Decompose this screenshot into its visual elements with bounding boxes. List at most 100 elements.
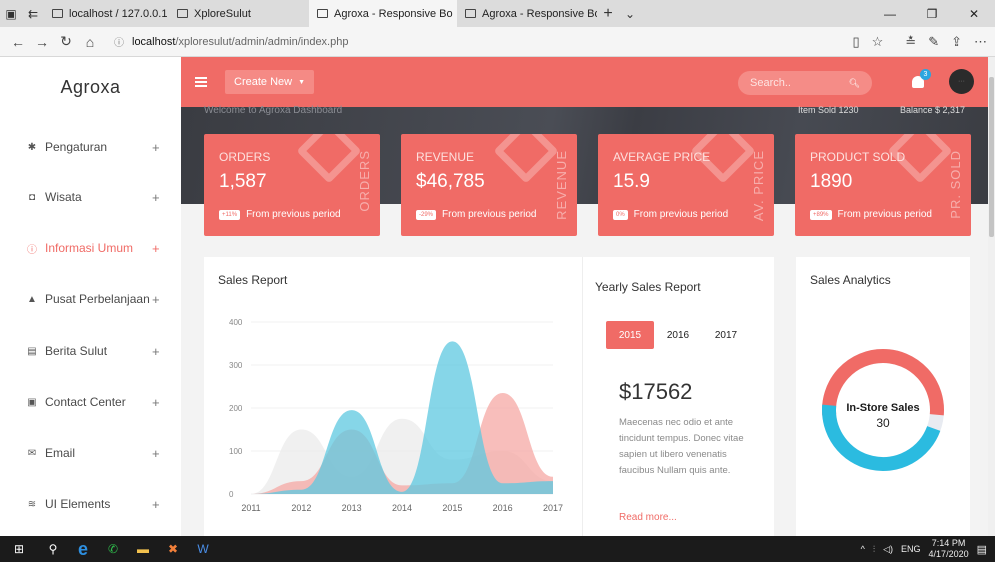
sidebar-item-berita-sulut[interactable]: ▤ Berita Sulut +: [0, 341, 181, 361]
expand-icon: +: [152, 189, 160, 205]
x-tick-label: 2015: [442, 503, 462, 513]
browser-tab-2[interactable]: XploreSulut: [169, 0, 309, 27]
pen-icon[interactable]: ✎: [928, 34, 939, 50]
share-icon[interactable]: ⇪: [951, 34, 962, 50]
avatar[interactable]: ···: [949, 69, 974, 94]
file-explorer-icon[interactable]: ▬: [128, 536, 158, 562]
sidebar: Agroxa ✱ Pengaturan + ◘ Wisata + ⓘ Infor…: [0, 57, 181, 536]
address-bar: ← → ↻ ⌂ ⓘ localhost/xploresulut/admin/ad…: [0, 27, 995, 57]
stat-badge: +11%: [219, 209, 241, 220]
sidebar-item-wisata[interactable]: ◘ Wisata +: [0, 187, 181, 207]
sidebar-item-ui-elements[interactable]: ≋ UI Elements +: [0, 494, 181, 514]
browser-tab-3[interactable]: Agroxa - Responsive Bo ✕: [309, 0, 457, 27]
search-icon[interactable]: 🔍︎: [849, 78, 860, 89]
refresh-icon[interactable]: ↻: [54, 33, 78, 50]
year-tabs: 2015 2016 2017: [606, 321, 750, 349]
balance-text: Balance $ 2,317: [900, 105, 966, 115]
back-icon[interactable]: ←: [6, 34, 30, 50]
action-center-icon[interactable]: ▤: [977, 543, 987, 556]
stat-label: PRODUCT SOLD: [810, 150, 906, 164]
favorites-icon[interactable]: ≛: [905, 34, 916, 50]
notification-badge: 3: [920, 69, 931, 80]
newspaper-icon: ▤: [27, 345, 37, 357]
x-tick-label: 2016: [493, 503, 513, 513]
stat-note: From previous period: [442, 209, 537, 220]
sidebar-item-informasi-umum[interactable]: ⓘ Informasi Umum +: [0, 238, 181, 258]
logo[interactable]: Agroxa: [0, 57, 181, 117]
stat-label: ORDERS: [219, 150, 271, 164]
tab-title: localhost / 127.0.0.1 / xplore: [69, 7, 169, 20]
stat-vertical-label: REVENUE: [554, 150, 569, 220]
shopping-bag-icon: ▲: [27, 293, 37, 305]
url-host: localhost: [132, 35, 176, 48]
tab-actions-icon[interactable]: ▣: [0, 0, 22, 27]
info-icon[interactable]: ⓘ: [114, 34, 124, 49]
read-more-link[interactable]: Read more...: [619, 512, 677, 523]
tab-year-2016[interactable]: 2016: [654, 321, 702, 349]
url-field[interactable]: ⓘ localhost/xploresulut/admin/admin/inde…: [114, 34, 852, 50]
page-icon: [465, 9, 476, 18]
stat-value: 1890: [810, 171, 853, 192]
search-input[interactable]: Search.. 🔍︎: [738, 71, 872, 95]
windows-start-icon[interactable]: ⊞: [0, 536, 38, 562]
browser-tab-1[interactable]: localhost / 127.0.0.1 / xplore: [44, 0, 169, 27]
tab-list-chevron-icon[interactable]: ⌄: [619, 0, 641, 27]
sidebar-item-label: Contact Center: [45, 395, 126, 409]
stat-note: From previous period: [837, 209, 932, 220]
reading-view-icon[interactable]: ▯: [852, 34, 859, 50]
stat-value: 1,587: [219, 171, 267, 192]
forward-icon[interactable]: →: [30, 34, 54, 50]
more-icon[interactable]: ⋯: [974, 34, 987, 50]
tray-chevron-icon[interactable]: ^: [861, 544, 865, 554]
yearly-amount: $17562: [619, 379, 693, 404]
gear-icon: ✱: [27, 141, 37, 153]
close-window-icon[interactable]: ✕: [953, 7, 995, 21]
maximize-icon[interactable]: ❐: [911, 7, 953, 21]
favorite-star-icon[interactable]: ☆: [872, 34, 884, 50]
network-icon[interactable]: ⫶: [873, 544, 875, 555]
minimize-icon[interactable]: —: [869, 7, 911, 21]
language-indicator[interactable]: ENG: [901, 544, 921, 554]
item-sold-text: Item Sold 1230: [798, 105, 859, 115]
home-icon[interactable]: ⌂: [78, 34, 102, 50]
search-icon[interactable]: ⚲: [38, 536, 68, 562]
sales-analytics-card: Sales Analytics In-Store Sales 30: [796, 257, 970, 536]
sidebar-item-email[interactable]: ✉ Email +: [0, 443, 181, 463]
stat-value: 15.9: [613, 171, 650, 192]
tab-year-2015[interactable]: 2015: [606, 321, 654, 349]
create-new-label: Create New: [234, 76, 293, 88]
expand-icon: +: [152, 291, 160, 307]
main-content: Create New ▼ Search.. 🔍︎ 3 ··· Welcome t…: [181, 57, 995, 536]
stat-label: REVENUE: [416, 150, 475, 164]
sidebar-item-pengaturan[interactable]: ✱ Pengaturan +: [0, 137, 181, 157]
x-tick-label: 2013: [342, 503, 362, 513]
clock-date: 4/17/2020: [928, 549, 969, 559]
search-placeholder: Search..: [750, 77, 791, 89]
browser-tab-4[interactable]: Agroxa - Responsive Bootst: [457, 0, 597, 27]
new-tab-button[interactable]: +: [597, 0, 619, 27]
xampp-icon[interactable]: ✖: [158, 536, 188, 562]
tab-year-2017[interactable]: 2017: [702, 321, 750, 349]
edge-icon[interactable]: e: [68, 536, 98, 562]
donut-chart: [822, 349, 944, 471]
expand-icon: +: [152, 445, 160, 461]
expand-icon: +: [152, 139, 160, 155]
url-path: /xploresulut/admin/admin/index.php: [175, 35, 349, 48]
clock[interactable]: 7:14 PM 4/17/2020: [929, 538, 969, 560]
menu-icon[interactable]: [195, 77, 207, 87]
notification-bell-icon[interactable]: 3: [912, 69, 931, 88]
set-aside-tabs-icon[interactable]: ⇇: [22, 0, 44, 27]
sidebar-item-label: Informasi Umum: [45, 241, 134, 255]
sidebar-item-pusat-perbelanjaan[interactable]: ▲ Pusat Perbelanjaan +: [0, 289, 181, 309]
top-navbar: Create New ▼ Search.. 🔍︎ 3 ···: [181, 57, 995, 107]
sidebar-item-contact-center[interactable]: ▣ Contact Center +: [0, 392, 181, 412]
page-scrollbar[interactable]: [988, 57, 995, 536]
volume-icon[interactable]: ◁): [883, 544, 893, 555]
create-new-button[interactable]: Create New ▼: [225, 70, 315, 94]
tab-title: Agroxa - Responsive Bootst: [482, 7, 597, 20]
yearly-sales-card: Yearly Sales Report 2015 2016 2017 $1756…: [582, 257, 774, 536]
browser-tab-bar: ▣ ⇇ localhost / 127.0.0.1 / xplore Xplor…: [0, 0, 995, 27]
expand-icon: +: [152, 240, 160, 256]
whatsapp-icon[interactable]: ✆: [98, 536, 128, 562]
word-icon[interactable]: W: [188, 536, 218, 562]
